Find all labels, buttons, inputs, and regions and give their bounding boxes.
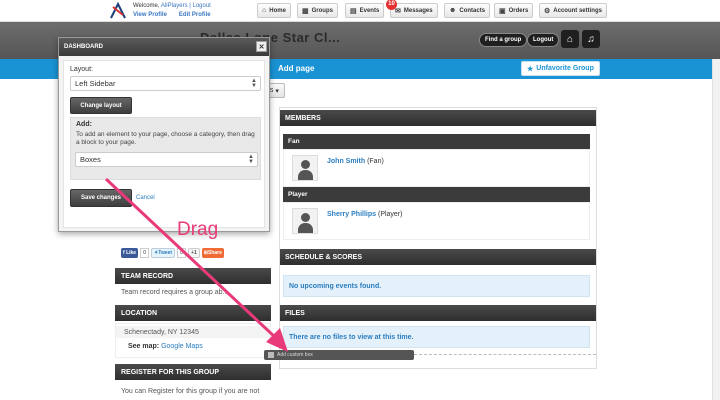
select-arrows-icon: ▲ ▼ <box>251 78 257 89</box>
drag-handle-icon[interactable] <box>268 352 274 358</box>
google-plus-button[interactable]: +1 <box>188 248 200 258</box>
like-label: Like <box>126 250 137 256</box>
dashboard-title[interactable]: DASHBOARD <box>59 38 269 56</box>
layout-label: Layout: <box>70 66 93 73</box>
register-text: You can Register for this group if you a… <box>121 388 260 395</box>
main-column: MEMBERS Fan John Smith (Fan) Player Sher… <box>279 107 597 369</box>
caret-down-icon: ▾ <box>275 87 279 95</box>
files-header: FILES <box>280 305 596 321</box>
add-element-box: Add: To add an element to your page, cho… <box>70 117 261 180</box>
view-profile-link[interactable]: View Profile <box>133 12 167 18</box>
nav-contacts-button[interactable]: ☻ Contacts <box>444 3 491 18</box>
welcome-prefix: Welcome, <box>133 3 161 9</box>
see-map-label: See map: <box>128 343 160 350</box>
home-icon: ⌂ <box>262 7 267 14</box>
team-record-text: Team record requires a group ab... <box>121 289 229 296</box>
share-label: Share <box>208 250 222 256</box>
member-name-link[interactable]: John Smith <box>327 158 365 165</box>
contacts-icon: ☻ <box>449 7 457 14</box>
drag-annotation-label: Drag <box>177 219 219 240</box>
add-custom-box-block[interactable]: Add custom box <box>264 350 414 360</box>
category-select-value: Boxes <box>80 155 101 164</box>
edit-profile-link[interactable]: Edit Profile <box>179 12 211 18</box>
nav-groups-button[interactable]: ▦ Groups <box>297 3 338 18</box>
nav-events-button[interactable]: ▤ Events <box>345 3 385 18</box>
see-map-line: See map: Google Maps <box>128 343 203 350</box>
nav-orders-button[interactable]: ▣ Orders <box>494 3 534 18</box>
team-record-header: TEAM RECORD <box>115 268 271 284</box>
tweet-button[interactable]: ✦ Tweet <box>151 248 176 258</box>
groups-icon: ▦ <box>302 7 309 15</box>
members-header: MEMBERS <box>280 110 596 126</box>
facebook-like-button[interactable]: f Like <box>121 248 139 258</box>
find-group-button[interactable]: Find a group <box>479 33 528 47</box>
member-name-line: John Smith (Fan) <box>327 158 384 165</box>
no-files-message: There are no files to view at this time. <box>283 326 590 348</box>
nav-contacts-label: Contacts <box>459 7 486 14</box>
no-events-message: No upcoming events found. <box>283 275 590 297</box>
save-changes-button[interactable]: Save changes <box>70 189 132 207</box>
dashboard-body: Layout: Left Sidebar ▲ ▼ Change layout Ad… <box>63 60 265 228</box>
select-arrows-icon: ▲ ▼ <box>248 154 254 165</box>
unfavorite-group-button[interactable]: ★ Unfavorite Group <box>521 61 600 76</box>
add-custom-box-label: Add custom box <box>277 352 313 358</box>
dashboard-dialog: DASHBOARD ✕ Layout: Left Sidebar ▲ ▼ Chan… <box>58 37 270 232</box>
member-row: Sherry Phillips (Player) <box>283 202 590 240</box>
allplayers-logo-icon[interactable] <box>108 1 128 21</box>
location-box: Schenectady, NY 12345 See map: Google Ma… <box>115 323 271 358</box>
nav-home-label: Home <box>269 7 286 14</box>
close-icon[interactable]: ✕ <box>256 41 267 52</box>
nav-messages-label: Messages <box>403 7 433 14</box>
add-page-link[interactable]: Add page <box>278 64 314 73</box>
page-scrollbar[interactable] <box>712 59 720 400</box>
member-name-link[interactable]: Sherry Phillips <box>327 211 376 218</box>
logout-link[interactable]: | Logout <box>188 3 211 9</box>
category-select[interactable]: Boxes ▲ ▼ <box>75 152 258 167</box>
home-icon[interactable]: ⌂ <box>561 30 579 48</box>
nav-groups-label: Groups <box>311 7 333 14</box>
fan-subheader: Fan <box>283 134 590 149</box>
member-role-tag: (Fan) <box>367 158 384 165</box>
welcome-user-link[interactable]: AllPlayers <box>161 3 188 9</box>
location-address: Schenectady, NY 12345 <box>116 326 270 338</box>
layout-select[interactable]: Left Sidebar ▲ ▼ <box>70 76 261 91</box>
share-button[interactable]: ⊞ Share <box>201 248 224 258</box>
avatar[interactable] <box>292 208 318 234</box>
nav-orders-label: Orders <box>508 7 529 14</box>
drop-target-outline <box>414 354 596 355</box>
register-header: REGISTER FOR THIS GROUP <box>115 364 271 380</box>
member-role-tag: (Player) <box>377 211 403 218</box>
calendar-icon: ▤ <box>350 7 357 15</box>
cancel-link[interactable]: Cancel <box>136 195 155 201</box>
unfavorite-group-label: Unfavorite Group <box>536 65 594 72</box>
member-row: John Smith (Fan) <box>283 149 590 187</box>
welcome-block: Welcome, AllPlayers | Logout View Profil… <box>133 2 223 19</box>
nav-account-settings-button[interactable]: ⚙ Account settings <box>539 3 607 18</box>
tweet-label: Tweet <box>158 250 173 256</box>
nav-home-button[interactable]: ⌂ Home <box>257 3 291 18</box>
change-layout-button[interactable]: Change layout <box>70 97 132 114</box>
location-header: LOCATION <box>115 305 271 321</box>
nav-events-label: Events <box>359 7 380 14</box>
social-share-bar: f Like 0 ✦ Tweet 0 +1 ⊞ Share <box>121 248 224 258</box>
player-subheader: Player <box>283 187 590 202</box>
add-description: To add an element to your page, choose a… <box>76 131 255 146</box>
member-name-line: Sherry Phillips (Player) <box>327 211 403 218</box>
avatar[interactable] <box>292 155 318 181</box>
google-maps-link[interactable]: Google Maps <box>161 343 203 350</box>
header-logout-button[interactable]: Logout <box>527 33 560 47</box>
tweet-count: 0 <box>177 248 187 258</box>
gear-icon: ⚙ <box>544 7 551 15</box>
nav-messages-button[interactable]: ✉ Messages <box>390 3 438 18</box>
nav-account-settings-label: Account settings <box>553 7 602 14</box>
layout-select-value: Left Sidebar <box>75 79 116 88</box>
add-title: Add: <box>76 121 92 128</box>
top-bar: Welcome, AllPlayers | Logout View Profil… <box>0 0 720 22</box>
cart-icon: ▣ <box>499 7 506 15</box>
like-count: 0 <box>140 248 150 258</box>
star-icon: ★ <box>527 65 534 73</box>
bell-icon[interactable]: ♫ <box>582 30 600 48</box>
schedule-scores-header: SCHEDULE & SCORES <box>280 249 596 265</box>
